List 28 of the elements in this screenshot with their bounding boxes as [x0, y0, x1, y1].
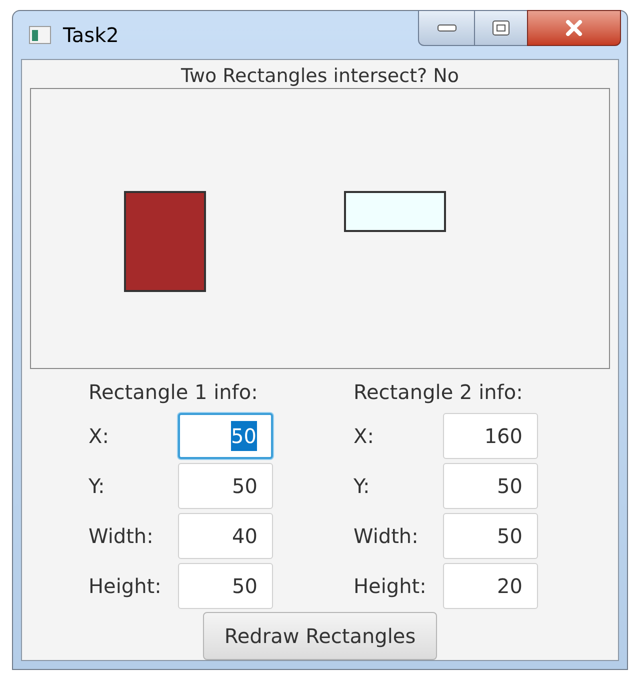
field-label: Height: — [354, 573, 428, 600]
close-button[interactable] — [527, 10, 621, 46]
input-field[interactable]: 40 — [178, 513, 272, 559]
input-field[interactable]: 50 — [178, 463, 272, 509]
redraw-button[interactable]: Redraw Rectangles — [203, 612, 437, 660]
intersect-status: Two Rectangles intersect? No — [181, 64, 459, 88]
field-label: X: — [354, 423, 375, 450]
panel-heading: Rectangle 1 info: — [88, 379, 259, 406]
panel-heading: Rectangle 2 info: — [354, 379, 524, 406]
input-field[interactable]: 20 — [442, 563, 538, 609]
input-field[interactable]: 160 — [442, 413, 538, 459]
app-icon — [29, 26, 51, 44]
input-field[interactable]: 50 — [178, 413, 272, 459]
input-field[interactable]: 50 — [442, 513, 538, 559]
field-label: X: — [88, 423, 110, 450]
field-label: Height: — [88, 573, 162, 600]
minimize-button[interactable] — [418, 10, 475, 46]
field-label: Y: — [354, 473, 371, 500]
maximize-icon — [492, 20, 510, 36]
close-icon — [565, 20, 583, 36]
input-field[interactable]: 50 — [442, 463, 538, 509]
input-field[interactable]: 50 — [178, 563, 272, 609]
field-label: Width: — [88, 523, 154, 550]
maximize-button[interactable] — [475, 10, 527, 46]
field-label: Width: — [354, 523, 420, 550]
window-title: Task2 — [63, 22, 119, 49]
field-label: Y: — [88, 473, 106, 500]
minimize-icon — [436, 24, 456, 32]
